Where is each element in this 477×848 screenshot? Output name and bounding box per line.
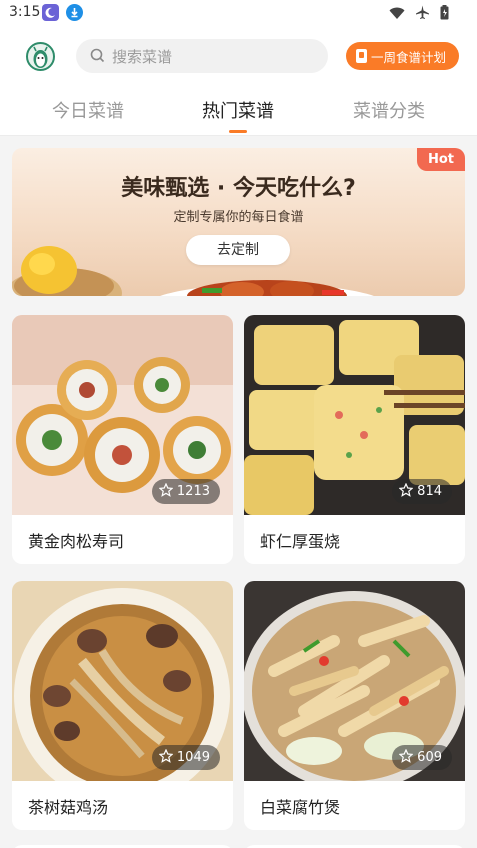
star-icon: [398, 748, 414, 767]
recipe-card[interactable]: 814 虾仁厚蛋烧: [244, 315, 465, 564]
recipe-card[interactable]: 1049 茶树菇鸡汤: [12, 581, 233, 830]
battery-icon: [440, 5, 449, 24]
favorite-count-badge: 1049: [151, 745, 220, 770]
hot-badge: Hot: [417, 148, 465, 171]
favorite-count-badge: 1213: [151, 479, 220, 504]
favorite-count: 1049: [176, 750, 210, 765]
promo-banner[interactable]: 美味甄选 · 今天吃什么? 定制专属你的每日食谱 去定制 Hot: [12, 148, 465, 296]
favorite-count-badge: 814: [392, 479, 452, 504]
favorite-count: 609: [417, 750, 442, 765]
moon-icon: [42, 4, 59, 21]
recipe-card[interactable]: 1213 黄金肉松寿司: [12, 315, 233, 564]
search-icon: [90, 48, 105, 67]
customize-button[interactable]: 去定制: [186, 235, 290, 265]
tab-recipe-categories[interactable]: 菜谱分类: [334, 97, 444, 123]
banner-basket-image: [12, 246, 122, 296]
favorite-count: 814: [417, 484, 442, 499]
airplane-icon: [415, 5, 430, 24]
download-icon: [66, 4, 83, 21]
star-icon: [158, 748, 174, 767]
tab-popular-recipes[interactable]: 热门菜谱: [183, 97, 293, 123]
weekly-plan-label: 一周食谱计划: [371, 50, 447, 65]
recipe-title: 白菜腐竹煲: [260, 798, 341, 817]
recipe-title: 虾仁厚蛋烧: [260, 532, 341, 551]
search-placeholder: 搜索菜谱: [112, 48, 173, 66]
banner-subtitle: 定制专属你的每日食谱: [173, 210, 304, 225]
banner-dish-image: [160, 280, 374, 296]
star-icon: [398, 482, 414, 501]
banner-title: 美味甄选 · 今天吃什么?: [121, 176, 356, 201]
status-bar: 3:15: [0, 0, 477, 26]
status-time: 3:15: [9, 4, 41, 20]
recipe-card[interactable]: 609 白菜腐竹煲: [244, 581, 465, 830]
avatar[interactable]: [26, 42, 55, 71]
star-icon: [158, 482, 174, 501]
recipe-title: 黄金肉松寿司: [28, 532, 125, 551]
favorite-count: 1213: [176, 484, 210, 499]
favorite-count-badge: 609: [392, 745, 452, 770]
tab-today-recipes[interactable]: 今日菜谱: [33, 97, 143, 123]
calendar-icon: [356, 49, 367, 63]
active-tab-indicator: [229, 130, 247, 133]
recipe-title: 茶树菇鸡汤: [28, 798, 109, 817]
search-input[interactable]: 搜索菜谱: [76, 39, 328, 73]
wifi-icon: [389, 5, 405, 24]
weekly-plan-button[interactable]: 一周食谱计划: [346, 42, 459, 70]
